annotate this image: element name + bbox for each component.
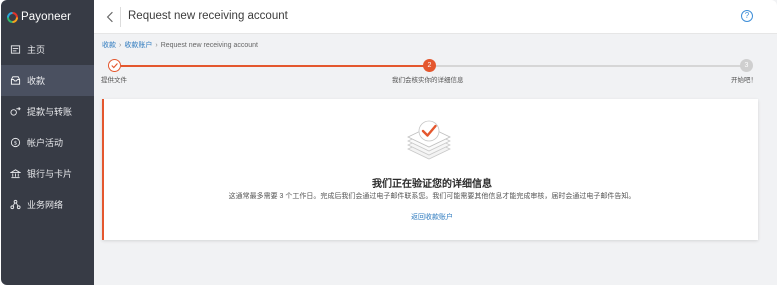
sidebar-item-home[interactable]: 主页	[1, 34, 94, 65]
home-icon	[10, 44, 21, 55]
step-1-done	[108, 59, 121, 72]
header-divider	[120, 7, 121, 27]
breadcrumb-link-receive[interactable]: 收款	[102, 42, 116, 49]
brand-logo[interactable]: Payoneer	[7, 9, 71, 25]
payoneer-logo-icon	[7, 11, 18, 23]
brand-name: Payoneer	[21, 11, 72, 23]
main-content: Request new receiving account ? 收款 › 收款账户 ›…	[94, 0, 777, 285]
page-title: Request new receiving account	[128, 10, 288, 22]
sidebar-item-network[interactable]: 业务网络	[1, 189, 94, 220]
page-header: Request new receiving account ?	[94, 0, 777, 34]
activity-icon: $	[10, 137, 21, 148]
sidebar-item-label: 业务网络	[27, 200, 64, 210]
step-3-pending: 3	[740, 59, 753, 72]
step-connector-pending	[435, 65, 750, 67]
back-button[interactable]	[103, 9, 117, 25]
step-1-label: 提供文件	[101, 77, 127, 84]
step-3-label: 开始吧！	[731, 77, 757, 84]
sidebar-item-label: 收款	[27, 76, 46, 86]
svg-text:$: $	[14, 141, 18, 147]
sidebar-item-receive[interactable]: 收款	[1, 65, 94, 96]
step-2-label: 我们会核实你的详细信息	[392, 77, 464, 84]
inbox-icon	[10, 75, 21, 86]
sidebar-item-activity[interactable]: $ 帐户活动	[1, 127, 94, 158]
app-window: Payoneer 主页 收款 提款与转账 $ 帐户活动 银行与卡片 业务网络 R…	[0, 0, 777, 285]
check-icon	[111, 63, 118, 69]
breadcrumb-current: Request new receiving account	[160, 42, 258, 49]
card-description: 这通常最多需要 3 个工作日。完成后我们会通过电子邮件联系您。我们可能需要其他信…	[228, 193, 636, 200]
breadcrumb: 收款 › 收款账户 › Request new receiving account	[102, 40, 258, 50]
sidebar-item-bank-cards[interactable]: 银行与卡片	[1, 158, 94, 189]
breadcrumb-separator: ›	[119, 42, 122, 49]
step-connector-complete	[121, 65, 429, 67]
document-check-icon	[407, 120, 451, 160]
progress-stepper: 提供文件 2 我们会核实你的详细信息 3 开始吧！	[94, 58, 777, 86]
sidebar: Payoneer 主页 收款 提款与转账 $ 帐户活动 银行与卡片 业务网络	[1, 0, 94, 285]
sidebar-item-label: 主页	[27, 45, 46, 55]
help-icon[interactable]: ?	[741, 10, 753, 22]
sidebar-item-label: 提款与转账	[27, 107, 73, 117]
sidebar-item-label: 帐户活动	[27, 138, 64, 148]
network-icon	[10, 199, 21, 210]
sidebar-item-withdraw[interactable]: 提款与转账	[1, 96, 94, 127]
breadcrumb-separator: ›	[155, 42, 158, 49]
card-title: 我们正在验证您的详细信息	[372, 179, 492, 190]
chevron-left-icon	[106, 11, 113, 23]
sidebar-item-label: 银行与卡片	[27, 169, 73, 179]
back-to-receiving-accounts-link[interactable]: 返回收款账户	[411, 214, 453, 221]
bank-card-icon	[10, 168, 21, 179]
transfer-icon	[10, 106, 21, 117]
verification-status-card: 我们正在验证您的详细信息 这通常最多需要 3 个工作日。完成后我们会通过电子邮件…	[102, 99, 758, 240]
card-link-row: 返回收款账户	[104, 212, 760, 222]
step-2-current: 2	[423, 59, 436, 72]
breadcrumb-link-receiving-accounts[interactable]: 收款账户	[124, 42, 152, 49]
